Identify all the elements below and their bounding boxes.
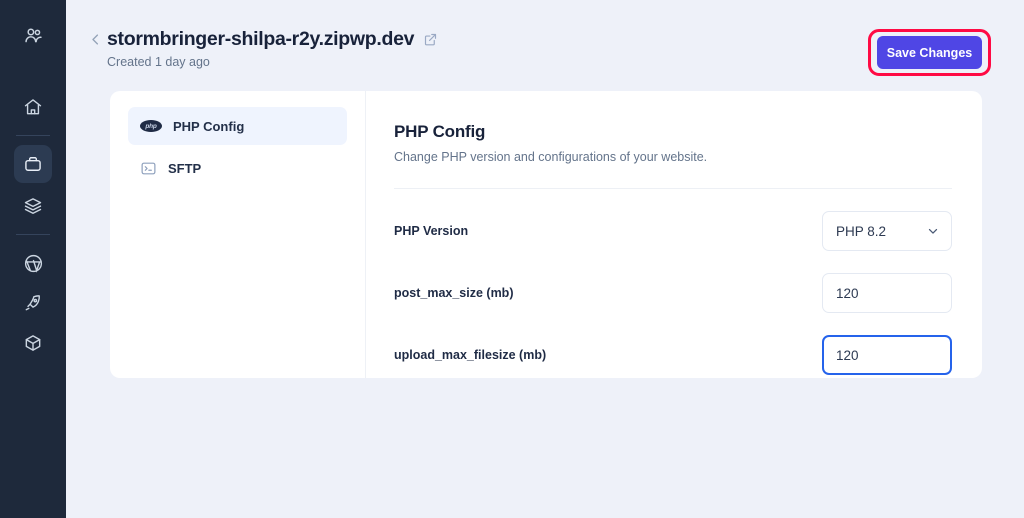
page-title: stormbringer-shilpa-r2y.zipwp.dev — [107, 28, 414, 51]
sidebar-divider-2 — [16, 234, 50, 235]
post-max-size-label: post_max_size (mb) — [394, 286, 822, 300]
tab-sftp-label: SFTP — [168, 161, 201, 176]
sidebar-item-layers[interactable] — [14, 187, 52, 225]
sidebar-item-wordpress[interactable] — [14, 244, 52, 282]
layers-icon — [23, 196, 43, 216]
page-header: stormbringer-shilpa-r2y.zipwp.dev Create… — [66, 0, 1024, 88]
settings-content-pane: PHP Config Change PHP version and config… — [366, 91, 982, 378]
external-link-icon[interactable] — [423, 32, 438, 47]
sidebar-item-home[interactable] — [14, 88, 52, 126]
content-subtitle: Change PHP version and configurations of… — [394, 150, 952, 164]
sidebar-item-users[interactable] — [14, 16, 52, 54]
users-icon — [23, 25, 44, 46]
upload-max-filesize-label: upload_max_filesize (mb) — [394, 348, 822, 362]
save-changes-button[interactable]: Save Changes — [877, 36, 982, 69]
briefcase-icon — [23, 154, 43, 174]
php-version-label: PHP Version — [394, 224, 822, 238]
wordpress-icon — [23, 253, 44, 274]
terminal-icon — [140, 160, 157, 177]
php-version-select[interactable]: PHP 8.2 — [822, 211, 952, 251]
php-version-value: PHP 8.2 — [836, 224, 886, 239]
back-button[interactable] — [88, 32, 103, 52]
php-logo-icon: php — [140, 120, 162, 132]
field-row-php-version: PHP Version PHP 8.2 — [394, 211, 952, 251]
field-row-upload-max-filesize: upload_max_filesize (mb) — [394, 335, 952, 375]
field-row-post-max-size: post_max_size (mb) — [394, 273, 952, 313]
sidebar-item-cube[interactable] — [14, 324, 52, 362]
settings-tab-list: php PHP Config SFTP — [110, 91, 366, 378]
sidebar-item-rocket[interactable] — [14, 284, 52, 322]
sidebar-item-sites[interactable] — [14, 145, 52, 183]
content-divider — [394, 188, 952, 189]
sidebar-divider-1 — [16, 135, 50, 136]
home-icon — [23, 97, 43, 117]
cube-icon — [23, 333, 43, 353]
breadcrumb: stormbringer-shilpa-r2y.zipwp.dev — [107, 28, 438, 51]
rocket-icon — [23, 293, 43, 313]
content-title: PHP Config — [394, 122, 952, 142]
save-button-highlight: Save Changes — [868, 29, 991, 76]
tab-sftp[interactable]: SFTP — [128, 149, 347, 187]
chevron-down-icon — [926, 224, 940, 238]
post-max-size-input[interactable] — [822, 273, 952, 313]
upload-max-filesize-input[interactable] — [822, 335, 952, 375]
created-timestamp: Created 1 day ago — [107, 55, 210, 69]
sidebar — [0, 0, 66, 518]
tab-php-config-label: PHP Config — [173, 119, 244, 134]
settings-card: php PHP Config SFTP PHP Config Change PH… — [110, 91, 982, 378]
tab-php-config[interactable]: php PHP Config — [128, 107, 347, 145]
